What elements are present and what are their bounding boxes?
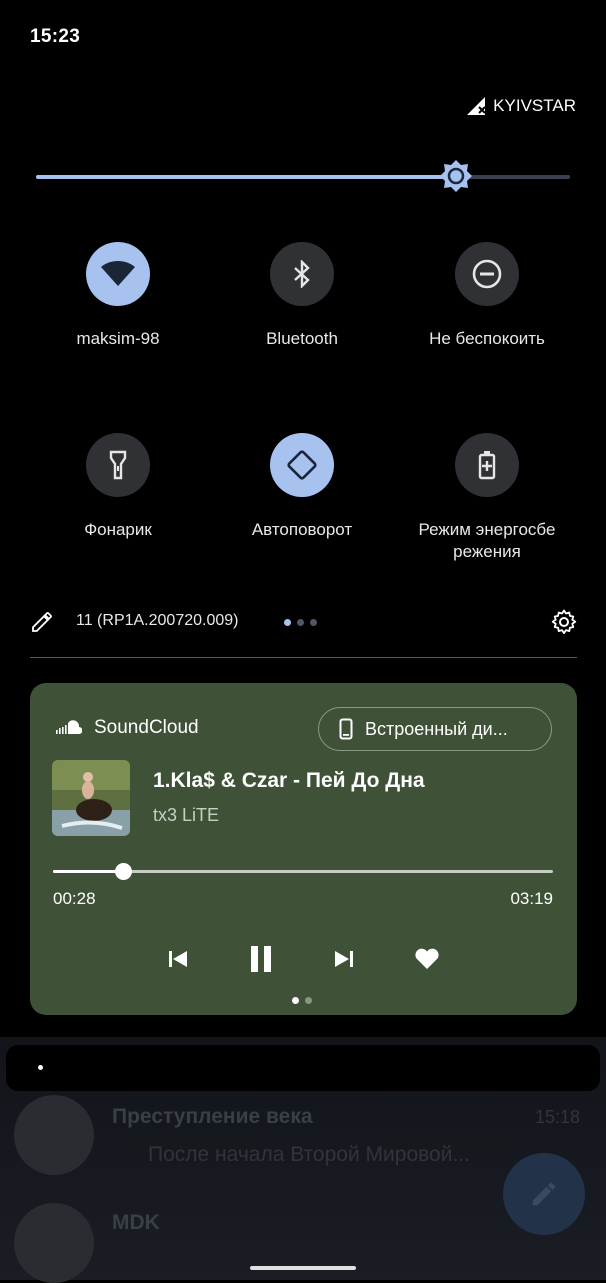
qs-footer: 11 (RP1A.200720.009) — [30, 606, 578, 638]
flashlight-icon — [86, 433, 150, 497]
phone-icon — [339, 718, 353, 740]
media-app-name: SoundCloud — [94, 717, 199, 738]
tile-label: Режим энергосбе режения — [394, 519, 580, 563]
tile-label: Фонарик — [84, 520, 152, 539]
tile-flashlight[interactable]: Фонарик — [25, 433, 211, 541]
heart-icon — [415, 948, 439, 969]
output-device-label: Встроенный ди... — [365, 718, 508, 739]
settings-gear-icon[interactable] — [551, 609, 577, 635]
total-duration: 03:19 — [510, 889, 553, 908]
tile-label-line: режения — [453, 542, 521, 561]
tile-wifi[interactable]: maksim-98 — [25, 242, 211, 350]
previous-icon — [169, 951, 187, 967]
pencil-icon — [532, 1182, 556, 1206]
edit-pencil-icon[interactable] — [30, 610, 54, 634]
build-number[interactable]: 11 (RP1A.200720.009) — [76, 612, 238, 630]
tile-label: Bluetooth — [266, 329, 338, 348]
brightness-fill — [36, 175, 456, 179]
divider — [30, 657, 577, 658]
bluetooth-icon — [270, 242, 334, 306]
page-dot — [305, 997, 312, 1004]
tile-auto-rotate[interactable]: Автоповорот — [209, 433, 395, 541]
track-artist: tx3 LiTE — [153, 805, 220, 825]
pause-icon — [251, 946, 271, 972]
auto-rotate-icon — [270, 433, 334, 497]
page-dot — [310, 619, 317, 626]
output-device-button[interactable]: Встроенный ди... — [318, 707, 552, 751]
album-art — [52, 760, 130, 836]
tile-label: maksim-98 — [76, 329, 160, 348]
tile-label-line: Режим энергосбе — [418, 520, 556, 539]
seek-bar-thumb[interactable] — [115, 863, 132, 880]
pause-button[interactable] — [241, 939, 281, 979]
elapsed-time: 00:28 — [53, 889, 96, 908]
media-player-card[interactable]: SoundCloud Встроенный ди... 1.Kla$ & Cza… — [30, 683, 577, 1015]
tile-bluetooth[interactable]: Bluetooth — [209, 242, 395, 350]
status-time: 15:23 — [30, 26, 81, 47]
page-dot — [297, 619, 304, 626]
do-not-disturb-icon — [455, 242, 519, 306]
soundcloud-icon — [56, 720, 82, 734]
page-dot — [284, 619, 291, 626]
media-page-indicator — [292, 997, 312, 1004]
notification-bar[interactable] — [6, 1045, 600, 1091]
chat-time: 15:18 — [534, 1107, 580, 1127]
page-indicator — [284, 619, 317, 626]
carrier-indicator: KYIVSTAR — [467, 96, 576, 116]
tile-label: Не беспокоить — [429, 329, 545, 348]
wifi-icon — [86, 242, 150, 306]
next-icon — [335, 951, 353, 967]
chat-avatar — [14, 1203, 94, 1283]
compose-fab — [503, 1153, 585, 1235]
chat-name: Преступление века — [112, 1105, 313, 1128]
tile-label: Автоповорот — [251, 520, 353, 539]
gesture-nav-handle[interactable] — [250, 1266, 356, 1270]
carrier-name: KYIVSTAR — [493, 96, 576, 115]
chat-name: MDK — [112, 1211, 160, 1234]
page-dot — [292, 997, 299, 1004]
chat-message: После начала Второй Мировой... — [148, 1143, 470, 1166]
tile-battery-saver[interactable]: Режим энергосбе режения — [394, 433, 580, 563]
brightness-thumb[interactable] — [438, 158, 474, 194]
previous-button[interactable] — [158, 939, 198, 979]
signal-icon — [467, 97, 486, 115]
battery-saver-icon — [455, 433, 519, 497]
track-title: 1.Kla$ & Czar - Пей До Дна — [153, 769, 425, 792]
like-button[interactable] — [407, 939, 447, 979]
tile-do-not-disturb[interactable]: Не беспокоить — [394, 242, 580, 350]
next-button[interactable] — [324, 939, 364, 979]
brightness-icon — [440, 160, 472, 192]
notification-dot — [38, 1065, 43, 1070]
chat-avatar — [14, 1095, 94, 1175]
